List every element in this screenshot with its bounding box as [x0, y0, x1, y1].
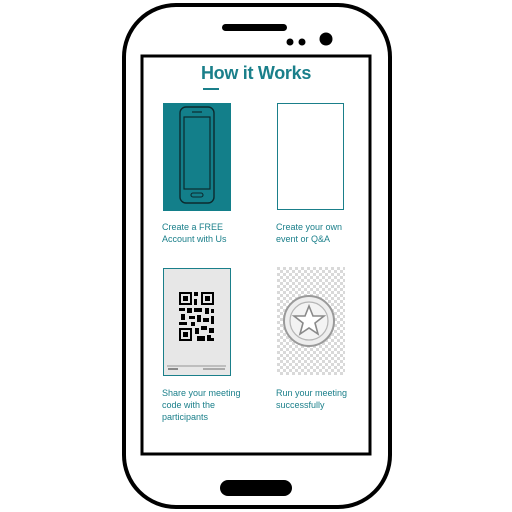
phone-icon — [163, 103, 231, 211]
star-badge-icon — [277, 267, 345, 375]
app-screen: How it Works Create a FREE Account with … — [145, 59, 367, 451]
step-card-create-account[interactable] — [163, 103, 231, 211]
step-caption: Create your own event or Q&A — [276, 221, 366, 245]
step-caption: Run your meeting successfully — [276, 387, 366, 411]
step-caption: Share your meeting code with the partici… — [162, 387, 252, 423]
caption-line: participants — [162, 412, 209, 422]
blank-card-icon — [277, 103, 344, 210]
caption-line: Create your own — [276, 222, 343, 232]
caption-line: Share your meeting — [162, 388, 241, 398]
step-card-run-meeting[interactable] — [277, 267, 345, 375]
speaker-grille — [222, 24, 287, 31]
caption-line: Run your meeting — [276, 388, 348, 398]
caption-line: Account with Us — [162, 234, 227, 244]
page-title: How it Works — [200, 63, 312, 83]
step-card-share-code[interactable] — [163, 268, 231, 376]
caption-line: Create a FREE — [162, 222, 224, 232]
home-button — [220, 480, 292, 496]
qr-code-icon — [163, 268, 231, 376]
step-card-create-event[interactable] — [277, 103, 345, 211]
title-underline — [203, 88, 219, 90]
step-caption: Create a FREE Account with Us — [162, 221, 252, 245]
caption-line: successfully — [276, 400, 325, 410]
caption-line: event or Q&A — [276, 234, 331, 244]
caption-line: code with the — [162, 400, 216, 410]
